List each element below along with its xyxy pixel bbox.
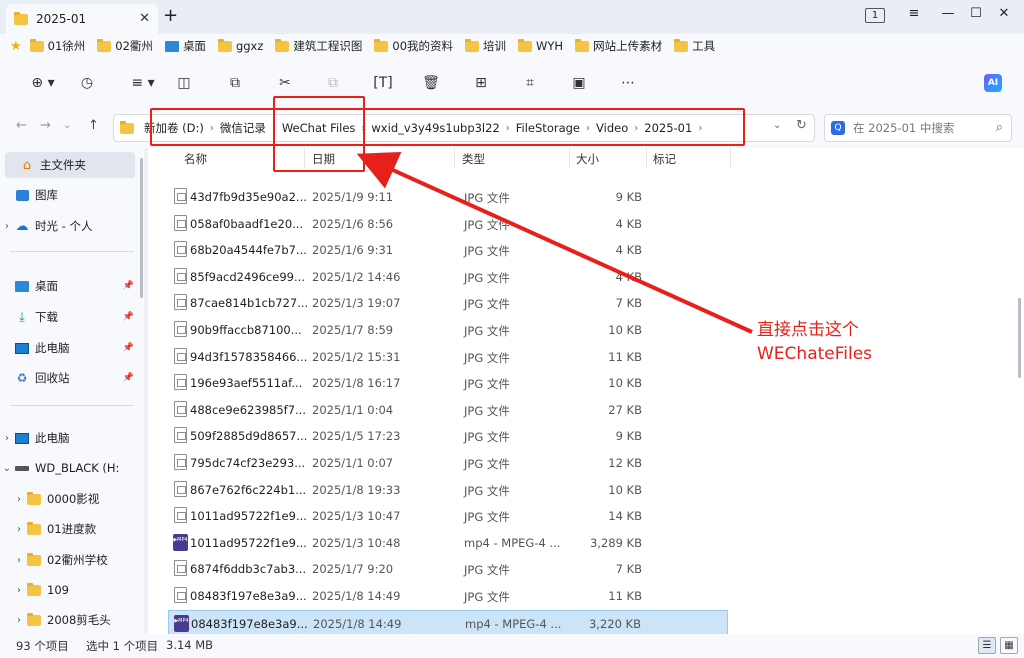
annotation-line-2: WEChateFiles [757,344,873,364]
annotation-line-1: 直接点击这个 [757,320,859,340]
annotation-text: 直接点击这个 WEChateFiles [757,318,872,366]
